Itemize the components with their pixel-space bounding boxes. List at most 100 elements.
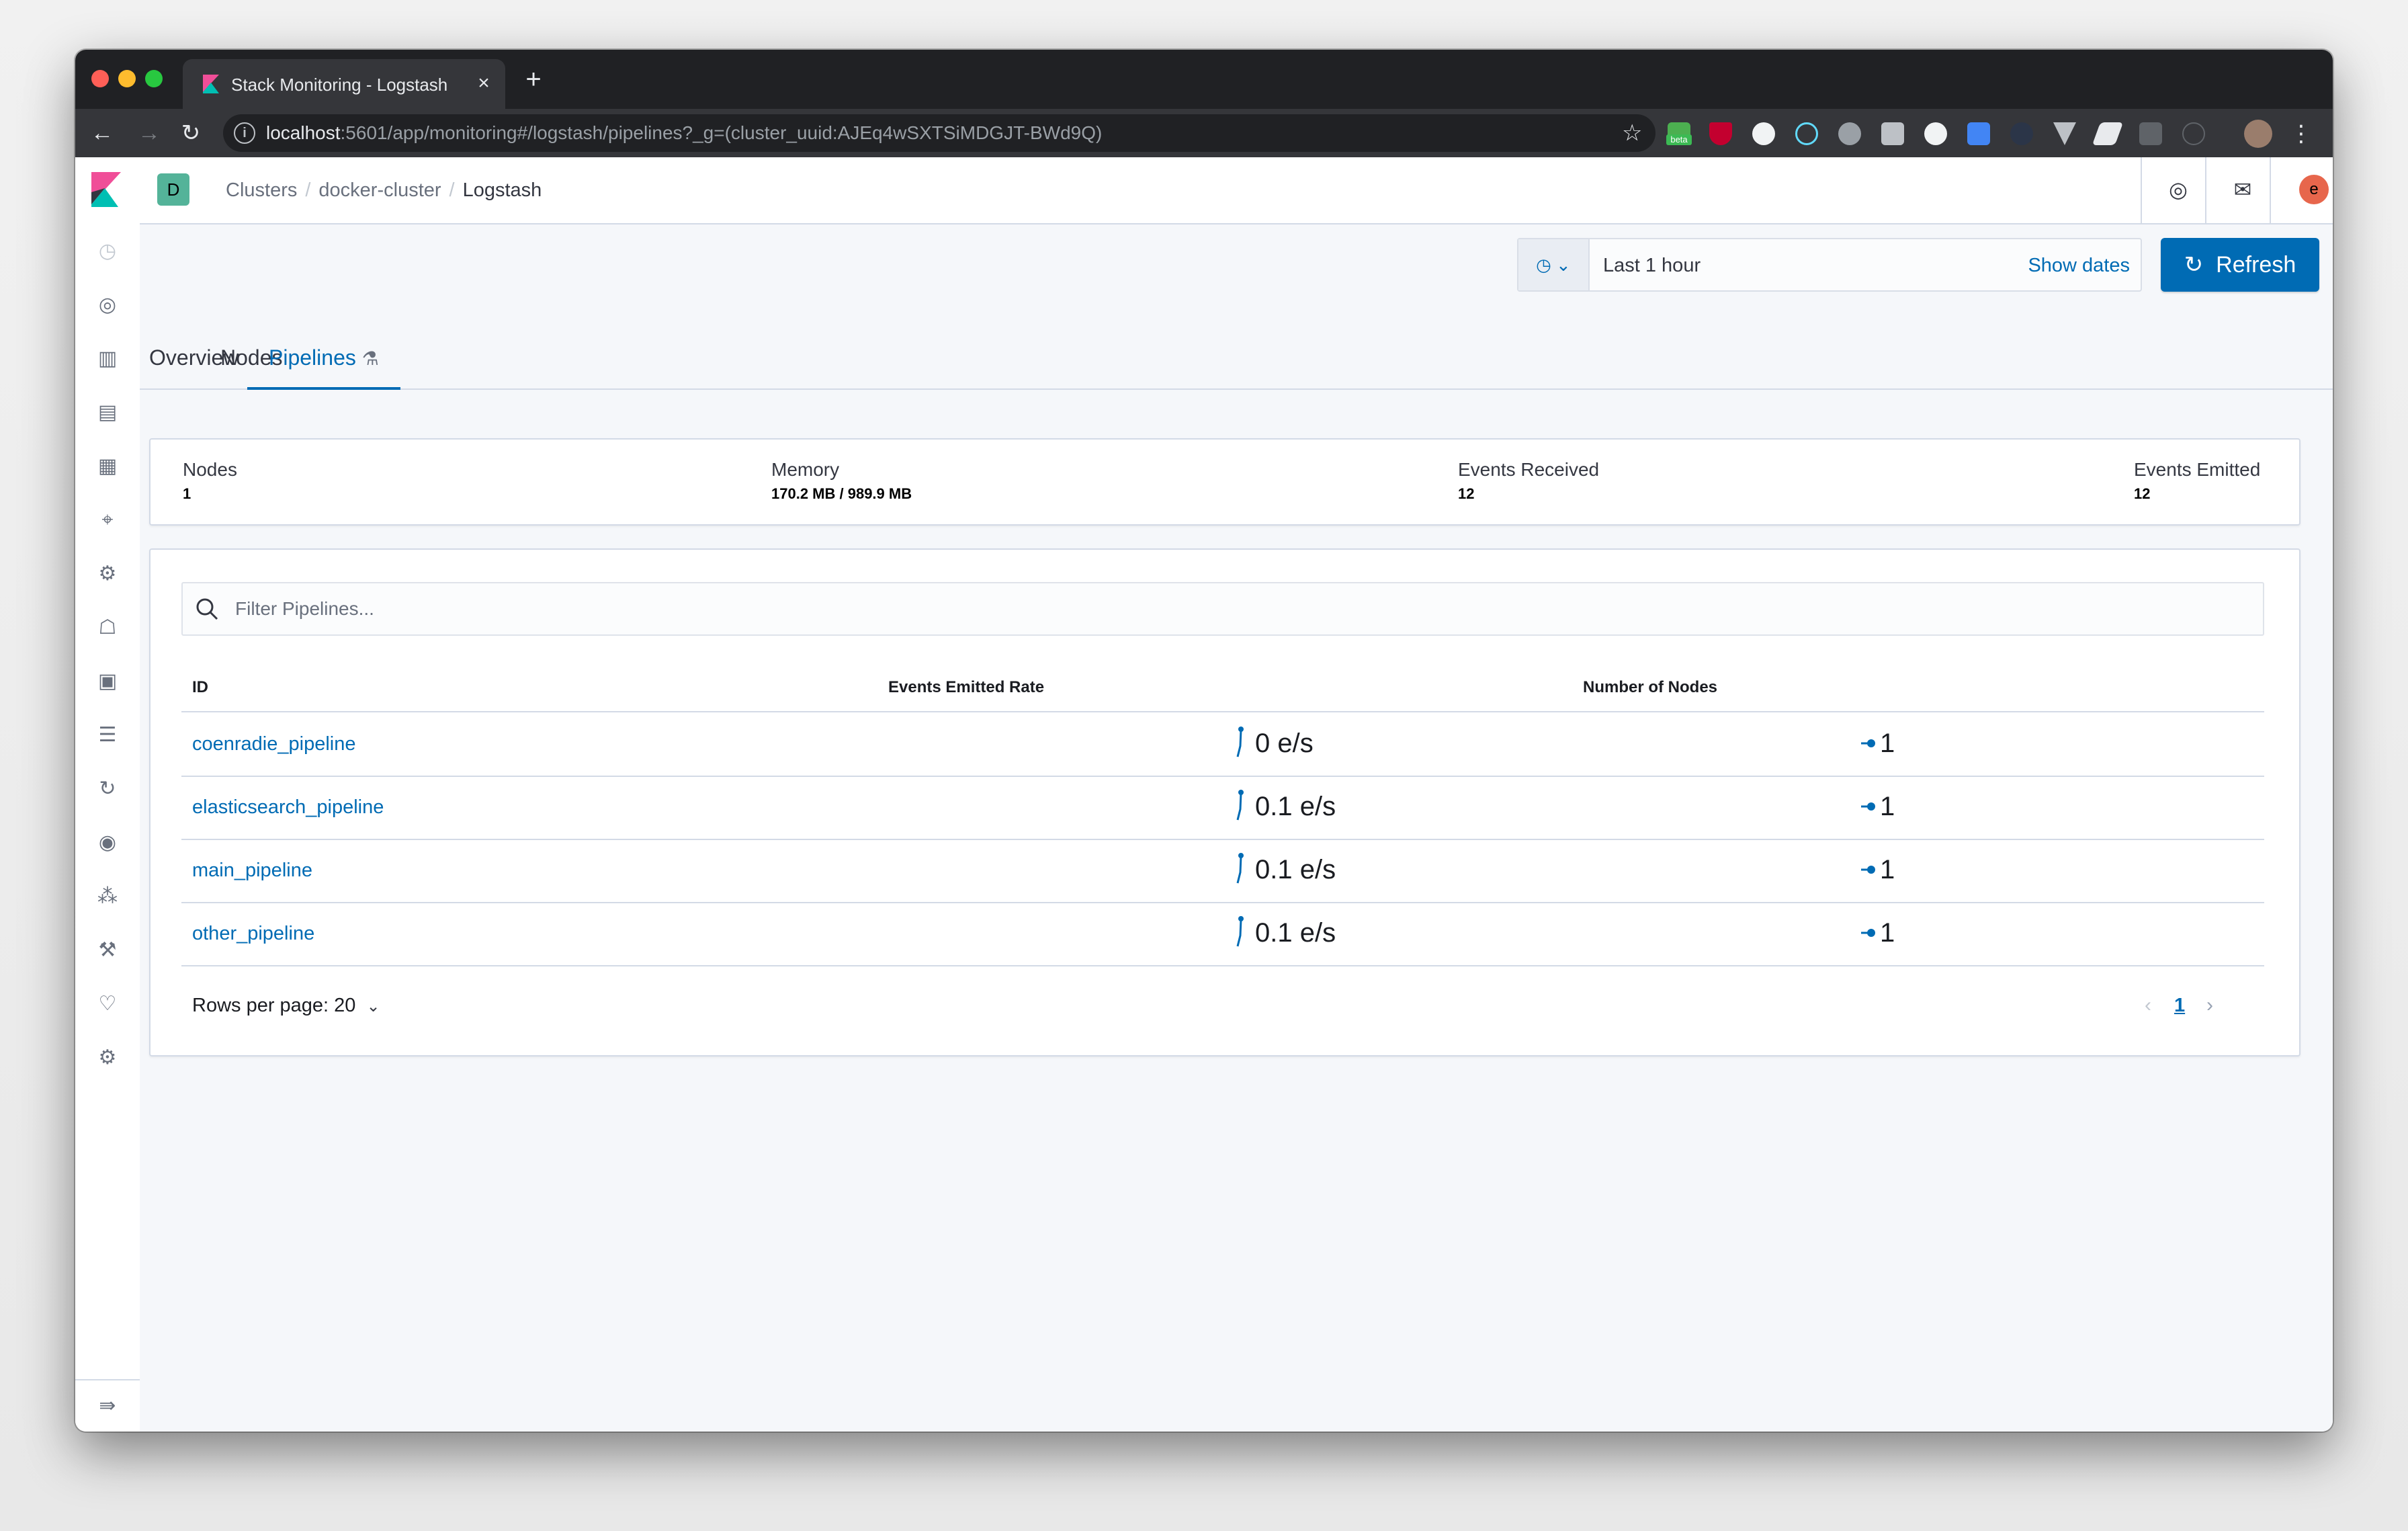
nav-graph-icon[interactable]: ⁂ bbox=[94, 883, 121, 910]
browser-menu-icon[interactable]: ⋮ bbox=[2290, 120, 2313, 148]
header-divider bbox=[2205, 157, 2206, 223]
refresh-button[interactable]: ↻ Refresh bbox=[2161, 238, 2319, 292]
new-tab-button[interactable]: + bbox=[519, 65, 548, 94]
stat-nodes: Nodes 1 bbox=[183, 458, 237, 504]
pagination-page-1[interactable]: 1 bbox=[2174, 993, 2185, 1018]
d-extension-icon[interactable] bbox=[1924, 122, 1947, 145]
pagination-next-icon[interactable]: › bbox=[2206, 993, 2213, 1018]
more-extension-icon[interactable] bbox=[2139, 122, 2162, 145]
stat-events-received-value: 12 bbox=[1458, 485, 1475, 502]
camera-extension-icon[interactable] bbox=[1881, 122, 1904, 145]
nav-stack-monitoring-icon[interactable]: ♡ bbox=[94, 991, 121, 1018]
summary-status-bar: Nodes 1 Memory 170.2 MB / 989.9 MB Event… bbox=[149, 438, 2300, 526]
nav-infrastructure-icon[interactable]: ☖ bbox=[94, 614, 121, 641]
dark-extension-icon[interactable] bbox=[2010, 122, 2033, 145]
table-row: main_pipeline 0.1 e/s 1 bbox=[181, 839, 2264, 903]
stat-memory-title: Memory bbox=[771, 459, 840, 480]
browser-tab[interactable]: Stack Monitoring - Logstash Pipe × bbox=[183, 59, 505, 109]
stat-events-received: Events Received 12 bbox=[1458, 458, 1599, 504]
dock-navigation-icon[interactable]: ⇛ bbox=[94, 1393, 121, 1419]
gear-extension-icon[interactable] bbox=[1838, 122, 1861, 145]
profile-avatar[interactable] bbox=[2244, 120, 2272, 148]
nav-management-icon[interactable]: ⚙ bbox=[94, 1044, 121, 1071]
kibana-logo-icon[interactable] bbox=[91, 172, 121, 207]
browser-window: Stack Monitoring - Logstash Pipe × + ← →… bbox=[75, 50, 2333, 1432]
search-icon bbox=[196, 598, 218, 620]
table-row: other_pipeline 0.1 e/s 1 bbox=[181, 902, 2264, 966]
blue-extension-icon[interactable] bbox=[1967, 122, 1990, 145]
breadcrumb-clusters[interactable]: Clusters bbox=[226, 179, 297, 201]
breadcrumb-current: Logstash bbox=[462, 179, 542, 201]
url-text: localhost:5601/app/monitoring#/logstash/… bbox=[266, 122, 1102, 144]
rows-per-page-label: Rows per page: 20 bbox=[192, 995, 356, 1016]
newsfeed-mail-icon[interactable]: ✉ bbox=[2229, 176, 2256, 203]
back-arrow-icon[interactable]: ← bbox=[89, 120, 116, 147]
angular-extension-icon[interactable] bbox=[1709, 122, 1732, 145]
maximize-window-button[interactable] bbox=[145, 70, 163, 87]
vue-extension-icon[interactable] bbox=[2053, 122, 2076, 145]
minimize-window-button[interactable] bbox=[118, 70, 136, 87]
nav-apm-icon[interactable]: ☰ bbox=[94, 722, 121, 749]
sparkline-icon bbox=[1236, 916, 1244, 947]
stat-events-emitted: Events Emitted 12 bbox=[2134, 458, 2260, 504]
info-extension-icon[interactable] bbox=[2182, 122, 2205, 145]
nav-machine-learning-icon[interactable]: ⚙ bbox=[94, 561, 121, 587]
nav-maps-icon[interactable]: ⌖ bbox=[94, 507, 121, 534]
column-header-id[interactable]: ID bbox=[192, 677, 208, 698]
nav-uptime-icon[interactable]: ↻ bbox=[94, 776, 121, 802]
column-header-number-of-nodes[interactable]: Number of Nodes bbox=[1583, 677, 1717, 698]
number-of-nodes: 1 bbox=[1880, 792, 1895, 821]
time-range-label[interactable]: Last 1 hour bbox=[1603, 254, 1701, 277]
nav-siem-icon[interactable]: ◉ bbox=[94, 829, 121, 856]
breadcrumb-cluster[interactable]: docker-cluster bbox=[318, 179, 441, 201]
table-row: coenradie_pipeline 0 e/s 1 bbox=[181, 712, 2264, 777]
react-extension-icon[interactable] bbox=[1795, 122, 1818, 145]
nav-dev-tools-icon[interactable]: ⚒ bbox=[94, 937, 121, 964]
quick-select-button[interactable]: ◷ ⌄ bbox=[1518, 239, 1590, 290]
address-bar[interactable]: i localhost:5601/app/monitoring#/logstas… bbox=[223, 114, 1656, 152]
reload-icon[interactable]: ↻ bbox=[177, 120, 204, 147]
breadcrumb-separator: / bbox=[449, 179, 455, 201]
close-tab-icon[interactable]: × bbox=[472, 71, 496, 95]
beta-badge: beta bbox=[1666, 134, 1692, 145]
nav-discover-icon[interactable]: ◎ bbox=[94, 292, 121, 319]
pipeline-id-link[interactable]: coenradie_pipeline bbox=[192, 733, 355, 755]
refresh-label: Refresh bbox=[2216, 252, 2296, 278]
tab-pipelines[interactable]: Pipelines ⚗ bbox=[247, 337, 400, 390]
close-window-button[interactable] bbox=[91, 70, 109, 87]
node-count-icon bbox=[1861, 866, 1875, 874]
stat-nodes-value: 1 bbox=[183, 485, 191, 502]
help-icon[interactable]: ◎ bbox=[2165, 176, 2192, 203]
circle-extension-icon[interactable] bbox=[1752, 122, 1775, 145]
tab-pipelines-label: Pipelines bbox=[269, 345, 356, 370]
pagination-previous-icon[interactable]: ‹ bbox=[2145, 993, 2151, 1018]
nav-recently-viewed-icon[interactable]: ◷ bbox=[94, 238, 121, 265]
sparkline-icon bbox=[1236, 853, 1244, 884]
sparkline-icon bbox=[1236, 727, 1244, 757]
nav-canvas-icon[interactable]: ▦ bbox=[94, 453, 121, 480]
tag-extension-icon[interactable] bbox=[2092, 122, 2124, 145]
browser-tab-strip: Stack Monitoring - Logstash Pipe × + bbox=[75, 50, 2333, 109]
nav-visualize-icon[interactable]: ▥ bbox=[94, 345, 121, 372]
pipeline-id-link[interactable]: other_pipeline bbox=[192, 922, 314, 945]
events-emitted-rate: 0 e/s bbox=[1255, 729, 1314, 758]
pipeline-id-link[interactable]: elasticsearch_pipeline bbox=[192, 796, 384, 819]
header-divider bbox=[2141, 157, 2142, 223]
header-divider bbox=[2270, 157, 2271, 223]
nav-logs-icon[interactable]: ▣ bbox=[94, 668, 121, 695]
nav-dashboard-icon[interactable]: ▤ bbox=[94, 399, 121, 426]
column-header-events-emitted-rate[interactable]: Events Emitted Rate bbox=[888, 677, 1044, 698]
filter-pipelines-search[interactable]: Filter Pipelines... bbox=[181, 582, 2264, 636]
node-count-icon bbox=[1861, 929, 1875, 937]
show-dates-button[interactable]: Show dates bbox=[2028, 254, 2130, 277]
pipeline-id-link[interactable]: main_pipeline bbox=[192, 859, 312, 882]
site-info-icon[interactable]: i bbox=[234, 122, 255, 144]
rows-per-page-button[interactable]: Rows per page: 20 ⌄ bbox=[192, 993, 380, 1019]
user-avatar[interactable]: e bbox=[2299, 175, 2329, 204]
space-avatar[interactable]: D bbox=[157, 173, 189, 206]
forward-arrow-icon[interactable]: → bbox=[136, 120, 163, 147]
search-input[interactable]: Filter Pipelines... bbox=[235, 597, 374, 621]
bookmark-star-icon[interactable]: ☆ bbox=[1622, 120, 1642, 147]
beta-extension-icon[interactable]: beta bbox=[1666, 122, 1692, 145]
beta-flask-icon: ⚗ bbox=[361, 348, 379, 369]
